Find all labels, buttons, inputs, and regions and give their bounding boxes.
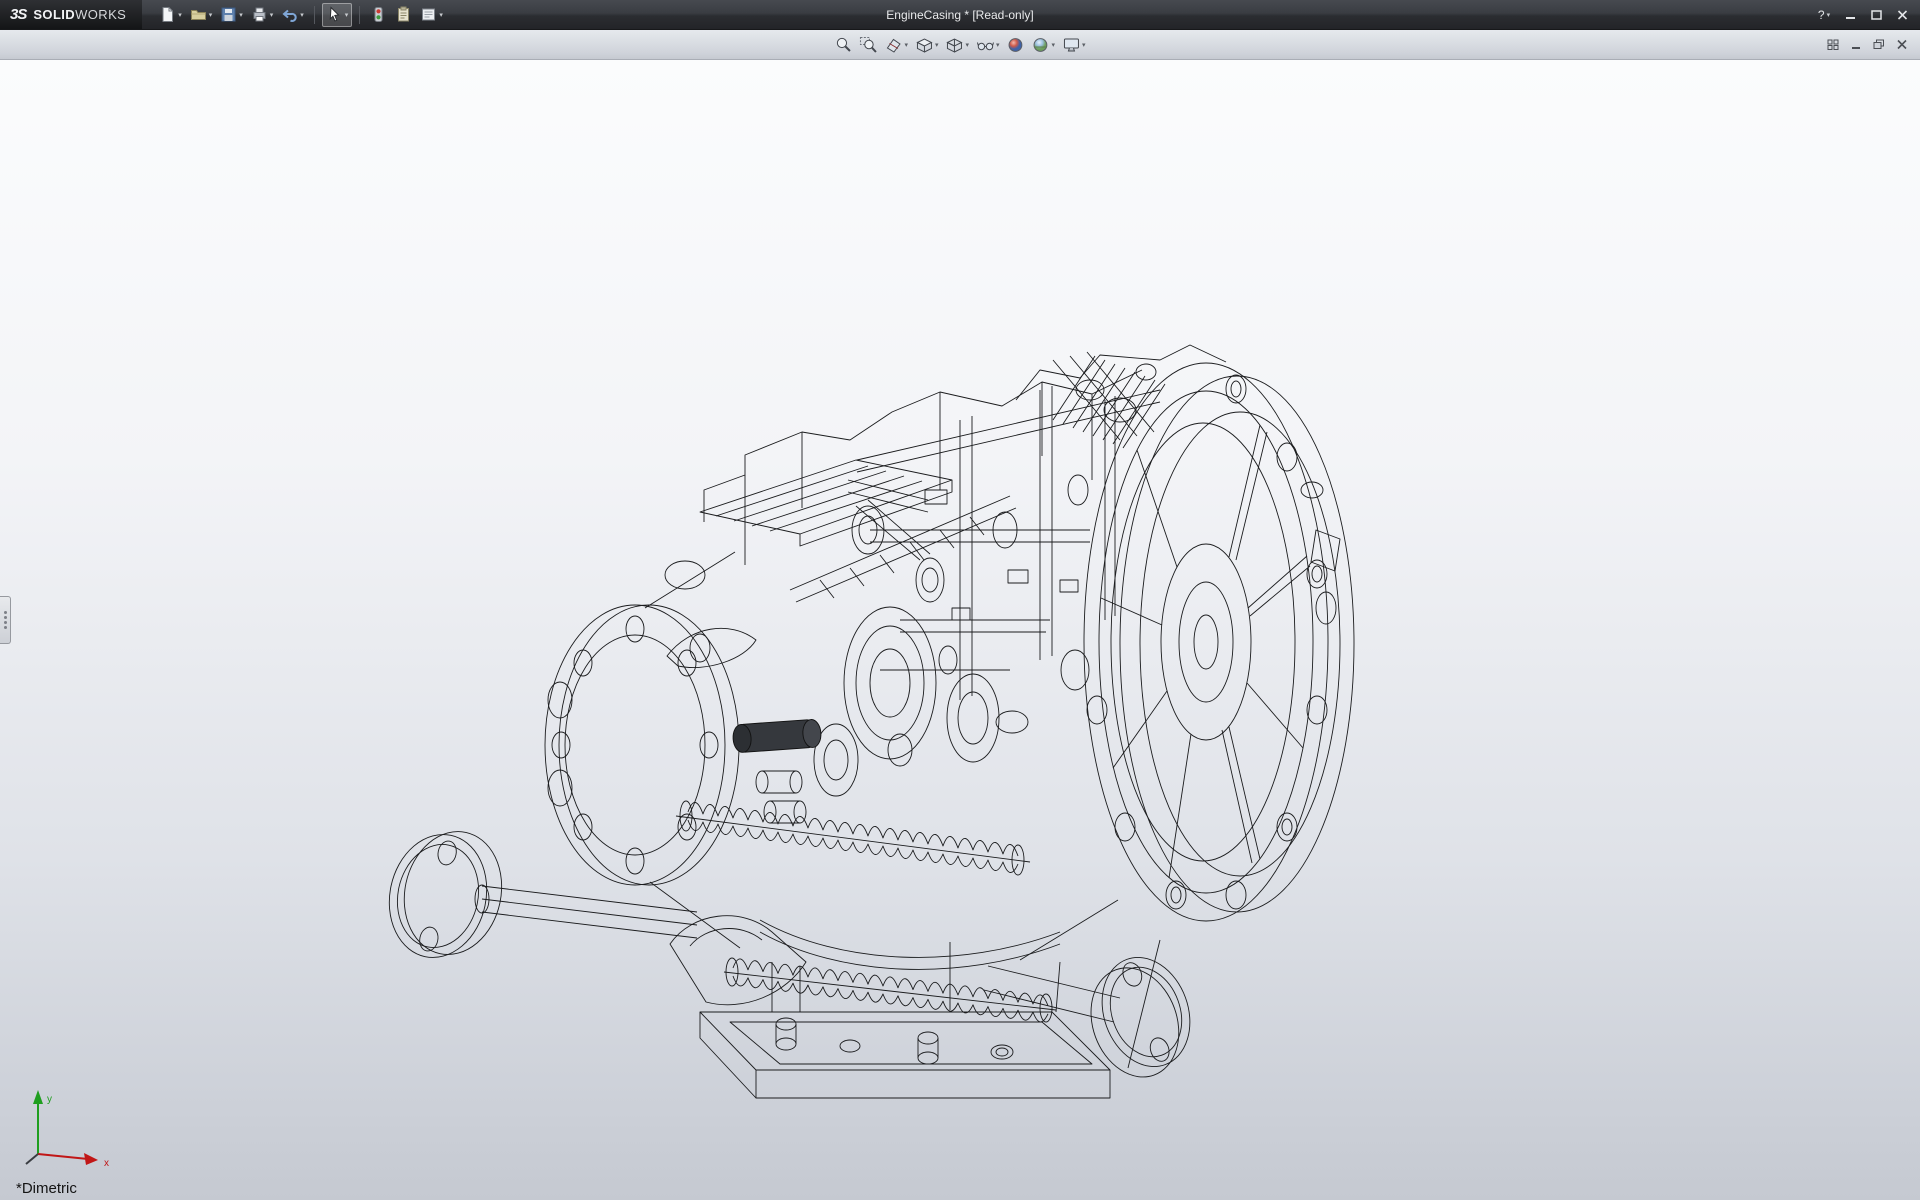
- undo-button[interactable]: ▾: [278, 3, 307, 27]
- zoom-to-area-button[interactable]: [856, 33, 880, 57]
- apply-scene-icon: [1032, 36, 1050, 54]
- minimize-button[interactable]: [1838, 5, 1862, 24]
- y-axis-label: y: [47, 1094, 52, 1105]
- file-properties-button[interactable]: [392, 3, 415, 27]
- view-orientation-cube-icon: [915, 36, 933, 54]
- toolbar-separator: [314, 6, 315, 24]
- left-flange: [545, 552, 740, 948]
- open-folder-icon: [190, 6, 207, 23]
- x-axis-label: x: [104, 1158, 109, 1169]
- tile-windows-icon: [1827, 39, 1839, 50]
- mount-arm-left: [378, 820, 697, 970]
- view-settings-button[interactable]: ▾: [1059, 33, 1089, 57]
- zoom-to-fit-icon: [834, 36, 852, 54]
- close-document-icon: [1896, 39, 1908, 50]
- model-viewport-canvas[interactable]: [0, 60, 1920, 1200]
- reference-triad: y x: [14, 1078, 124, 1170]
- spring-upper: [676, 801, 1030, 875]
- tile-windows-button[interactable]: [1823, 36, 1843, 53]
- solidworks-window: 3S SOLIDWORKS ▾ ▾ ▾: [0, 0, 1920, 1200]
- section-view-button[interactable]: ▾: [881, 33, 911, 57]
- file-properties-icon: [395, 6, 412, 23]
- options-sheet-icon: [420, 6, 437, 23]
- view-orientation-button[interactable]: ▾: [912, 33, 942, 57]
- heads-up-bar: ▾ ▾ ▾ ▾: [0, 30, 1920, 60]
- close-button[interactable]: [1890, 5, 1914, 24]
- open-button[interactable]: ▾: [187, 3, 216, 27]
- view-settings-monitor-icon: [1062, 36, 1080, 54]
- left-panel-collapsed-tab[interactable]: [0, 596, 11, 644]
- dassault-3ds-logo-icon: 3S: [10, 6, 26, 23]
- minimize-icon: [1845, 10, 1856, 20]
- main-toolbar: ▾ ▾ ▾ ▾: [156, 3, 446, 27]
- y-axis-arrow: [33, 1090, 43, 1104]
- maximize-button[interactable]: [1864, 5, 1888, 24]
- window-controls: ?▾: [1812, 5, 1920, 24]
- z-axis: [26, 1154, 38, 1164]
- close-document-button[interactable]: [1892, 36, 1912, 53]
- section-view-icon: [884, 36, 902, 54]
- maximize-icon: [1871, 10, 1882, 20]
- title-bar: 3S SOLIDWORKS ▾ ▾ ▾: [0, 0, 1920, 30]
- heads-up-view-toolbar: ▾ ▾ ▾ ▾: [831, 30, 1088, 59]
- save-floppy-icon: [220, 6, 237, 23]
- hide-show-items-button[interactable]: ▾: [973, 33, 1003, 57]
- print-icon: [251, 6, 268, 23]
- document-window-controls: [1823, 30, 1912, 59]
- select-cursor-icon: [326, 6, 343, 23]
- view-orientation-label: *Dimetric: [16, 1180, 77, 1197]
- toolbar-separator: [359, 6, 360, 24]
- minimize-document-button[interactable]: [1846, 36, 1866, 53]
- brand-name: SOLIDWORKS: [33, 7, 126, 22]
- help-button[interactable]: ?▾: [1812, 5, 1836, 24]
- close-icon: [1897, 10, 1908, 20]
- edit-appearance-button[interactable]: [1004, 33, 1028, 57]
- housing-flange: [1084, 363, 1354, 921]
- undo-icon: [281, 6, 298, 23]
- minimize-document-icon: [1850, 39, 1862, 50]
- print-button[interactable]: ▾: [248, 3, 277, 27]
- save-button[interactable]: ▾: [217, 3, 246, 27]
- x-axis-arrow: [84, 1153, 98, 1165]
- restore-document-icon: [1873, 39, 1885, 50]
- edit-appearance-ball-icon: [1007, 36, 1025, 54]
- solidworks-logo: 3S SOLIDWORKS: [0, 0, 142, 29]
- hide-show-glasses-icon: [976, 36, 994, 54]
- zoom-to-fit-button[interactable]: [831, 33, 855, 57]
- graphics-viewport[interactable]: y x *Dimetric: [0, 60, 1920, 1200]
- mount-arm-right: [984, 945, 1207, 1089]
- options-button[interactable]: ▾: [417, 3, 446, 27]
- apply-scene-button[interactable]: ▾: [1029, 33, 1059, 57]
- zoom-to-area-icon: [859, 36, 877, 54]
- rebuild-traffic-light-icon: [370, 6, 387, 23]
- engine-casing-wireframe: [378, 345, 1354, 1098]
- new-document-button[interactable]: ▾: [156, 3, 185, 27]
- select-button[interactable]: ▾: [322, 3, 353, 27]
- rebuild-button[interactable]: [367, 3, 390, 27]
- restore-document-button[interactable]: [1869, 36, 1889, 53]
- display-style-button[interactable]: ▾: [942, 33, 972, 57]
- casing-body: [665, 345, 1226, 1005]
- display-style-cube-icon: [945, 36, 963, 54]
- dark-cylinder: [732, 719, 822, 753]
- new-document-icon: [159, 6, 176, 23]
